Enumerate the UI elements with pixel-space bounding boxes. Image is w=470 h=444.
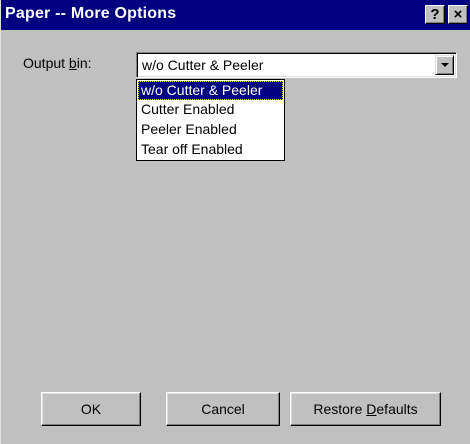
- cancel-button[interactable]: Cancel: [166, 392, 280, 426]
- restore-defaults-prefix: Restore: [313, 401, 367, 417]
- restore-defaults-accelerator: D: [366, 401, 377, 417]
- help-button[interactable]: ?: [425, 5, 445, 24]
- close-button[interactable]: ×: [448, 5, 468, 24]
- dropdown-option-cutter-enabled[interactable]: Cutter Enabled: [138, 100, 283, 119]
- window-title: Paper -- More Options: [5, 5, 177, 22]
- close-icon: ×: [453, 6, 463, 23]
- ok-button[interactable]: OK: [41, 392, 141, 426]
- title-bar[interactable]: Paper -- More Options ? ×: [1, 0, 470, 30]
- dropdown-option-peeler-enabled[interactable]: Peeler Enabled: [138, 120, 283, 139]
- output-bin-selected-value: w/o Cutter & Peeler: [142, 57, 264, 73]
- dropdown-option-tear-off-enabled[interactable]: Tear off Enabled: [138, 140, 283, 159]
- restore-defaults-suffix: efaults: [376, 401, 418, 417]
- dropdown-arrow-button[interactable]: [435, 55, 454, 75]
- restore-defaults-button[interactable]: Restore Defaults: [290, 392, 441, 426]
- output-bin-label: Output bin:: [23, 55, 92, 71]
- output-bin-dropdown-list[interactable]: w/o Cutter & Peeler Cutter Enabled Peele…: [136, 79, 285, 161]
- output-bin-label-prefix: Output: [23, 55, 69, 71]
- output-bin-label-accelerator: b: [68, 55, 77, 71]
- output-bin-label-suffix: in:: [76, 55, 92, 71]
- paper-more-options-dialog: Paper -- More Options ? × Output bin: w/…: [0, 0, 470, 444]
- output-bin-select[interactable]: w/o Cutter & Peeler: [136, 52, 457, 78]
- help-icon: ?: [430, 6, 440, 23]
- dropdown-option-wo-cutter-peeler[interactable]: w/o Cutter & Peeler: [138, 81, 283, 100]
